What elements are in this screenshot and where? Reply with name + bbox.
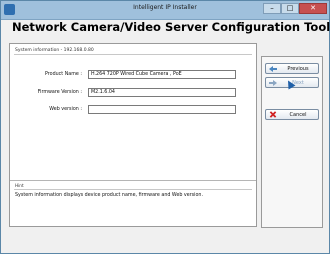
web-version-field[interactable]	[88, 105, 236, 114]
cancel-x-icon	[269, 111, 277, 118]
page-title: Network Camera/Video Server Configuratio…	[12, 20, 330, 34]
minimize-button[interactable]: –	[263, 3, 281, 14]
app-window: Intelligent IP Installer – □ ✕ Network C…	[0, 0, 330, 254]
system-info-group-title: System information - 192.168.0.80	[15, 48, 94, 53]
arrow-left-icon	[269, 66, 277, 72]
maximize-button[interactable]: □	[281, 3, 299, 14]
product-name-label: Product Name :	[44, 72, 82, 77]
firmware-version-label: Firmware Version :	[37, 90, 82, 95]
previous-button[interactable]: Previous	[265, 63, 319, 74]
cancel-label: Cancel	[289, 112, 307, 118]
group-divider	[14, 54, 252, 55]
product-name-field[interactable]: H.264 720P Wired Cube Camera , PoE	[88, 70, 236, 79]
hint-title: Hint	[15, 183, 24, 188]
web-version-label: Web version :	[49, 107, 82, 112]
hint-divider	[14, 189, 252, 190]
system-info-panel: System information - 192.168.0.80 Produc…	[9, 43, 257, 227]
close-button[interactable]: ✕	[299, 3, 327, 14]
arrow-right-icon	[269, 80, 277, 86]
previous-label: Previous	[287, 66, 309, 72]
title-bar: Intelligent IP Installer – □ ✕	[1, 1, 329, 20]
hint-section: Hint System information displays device …	[10, 180, 256, 226]
cancel-button[interactable]: Cancel	[265, 109, 319, 120]
hint-text: System information displays device produ…	[15, 193, 204, 198]
firmware-version-field[interactable]: M2.1.6.04	[88, 88, 236, 97]
